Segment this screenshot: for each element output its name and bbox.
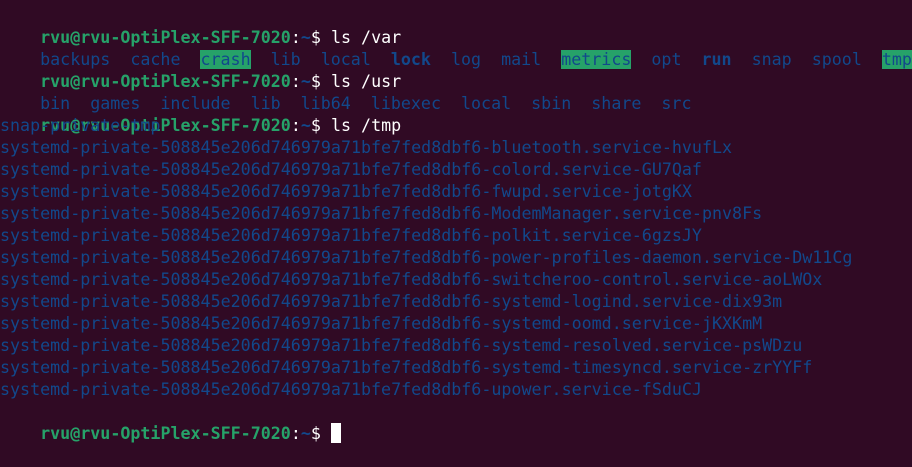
prompt-path: ~: [300, 424, 311, 443]
dir-entry: src: [661, 94, 692, 113]
dir-entry: sbin: [531, 94, 572, 113]
dir-entry: systemd-private-508845e206d746979a71bfe7…: [0, 314, 763, 333]
dir-entry: systemd-private-508845e206d746979a71bfe7…: [0, 138, 733, 157]
prompt-colon: :: [290, 424, 301, 443]
dir-entry: include: [160, 94, 231, 113]
dir-entry: systemd-private-508845e206d746979a71bfe7…: [0, 204, 763, 223]
dir-entry: systemd-private-508845e206d746979a71bfe7…: [0, 160, 702, 179]
dir-entry-highlighted: crash: [200, 50, 251, 69]
command-text: ls /usr: [330, 72, 402, 91]
dir-entry: local: [320, 50, 371, 69]
dir-entry: systemd-private-508845e206d746979a71bfe7…: [0, 226, 702, 245]
dir-entry: systemd-private-508845e206d746979a71bfe7…: [0, 248, 853, 267]
dir-entry: snap-private-tmp: [0, 116, 161, 135]
dir-entry: systemd-private-508845e206d746979a71bfe7…: [0, 270, 823, 289]
dir-entry-symlink: run: [701, 50, 732, 69]
command-text: ls /tmp: [330, 116, 402, 135]
prompt-path: ~: [300, 28, 311, 47]
dir-entry: systemd-private-508845e206d746979a71bfe7…: [0, 380, 702, 399]
dir-entry: bin: [40, 94, 71, 113]
dir-entry: libexec: [370, 94, 441, 113]
prompt-symbol: $: [310, 424, 321, 443]
dir-entry: opt: [651, 50, 682, 69]
prompt-user-host: rvu@rvu-OptiPlex-SFF-7020: [40, 28, 291, 47]
dir-entry-highlighted: tmp: [881, 50, 912, 69]
dir-entry: spool: [811, 50, 862, 69]
dir-entry: snap: [751, 50, 792, 69]
prompt-line: rvu@rvu-OptiPlex-SFF-7020:~$ ls /var: [0, 5, 912, 47]
dir-entry: lib: [250, 94, 281, 113]
dir-entry: cache: [130, 50, 181, 69]
dir-entry: log: [450, 50, 482, 69]
prompt-line-active[interactable]: rvu@rvu-OptiPlex-SFF-7020:~$: [0, 401, 912, 443]
dir-entry: share: [591, 94, 642, 113]
prompt-symbol: $: [310, 72, 321, 91]
command-text: ls /var: [330, 28, 402, 47]
dir-entry: systemd-private-508845e206d746979a71bfe7…: [0, 182, 692, 201]
dir-entry-highlighted: metrics: [561, 50, 632, 69]
dir-entry: systemd-private-508845e206d746979a71bfe7…: [0, 292, 783, 311]
terminal-window[interactable]: rvu@rvu-OptiPlex-SFF-7020:~$ ls /var bac…: [0, 0, 912, 450]
prompt-user-host: rvu@rvu-OptiPlex-SFF-7020: [40, 424, 291, 443]
dir-entry: systemd-private-508845e206d746979a71bfe7…: [0, 358, 813, 377]
dir-entry: mail: [501, 50, 542, 69]
dir-entry: local: [461, 94, 512, 113]
prompt-colon: :: [290, 28, 301, 47]
prompt-colon: :: [290, 116, 301, 135]
dir-entry: backups: [40, 50, 111, 69]
dir-entry-symlink: lock: [390, 50, 431, 69]
prompt-colon: :: [290, 72, 301, 91]
prompt-symbol: $: [310, 116, 321, 135]
dir-entry: lib64: [300, 94, 351, 113]
prompt-user-host: rvu@rvu-OptiPlex-SFF-7020: [40, 72, 291, 91]
dir-entry: lib: [270, 50, 301, 69]
prompt-path: ~: [300, 72, 311, 91]
dir-entry: systemd-private-508845e206d746979a71bfe7…: [0, 336, 803, 355]
text-cursor[interactable]: [330, 423, 341, 443]
dir-entry: games: [90, 94, 141, 113]
prompt-path: ~: [300, 116, 311, 135]
prompt-symbol: $: [310, 28, 321, 47]
